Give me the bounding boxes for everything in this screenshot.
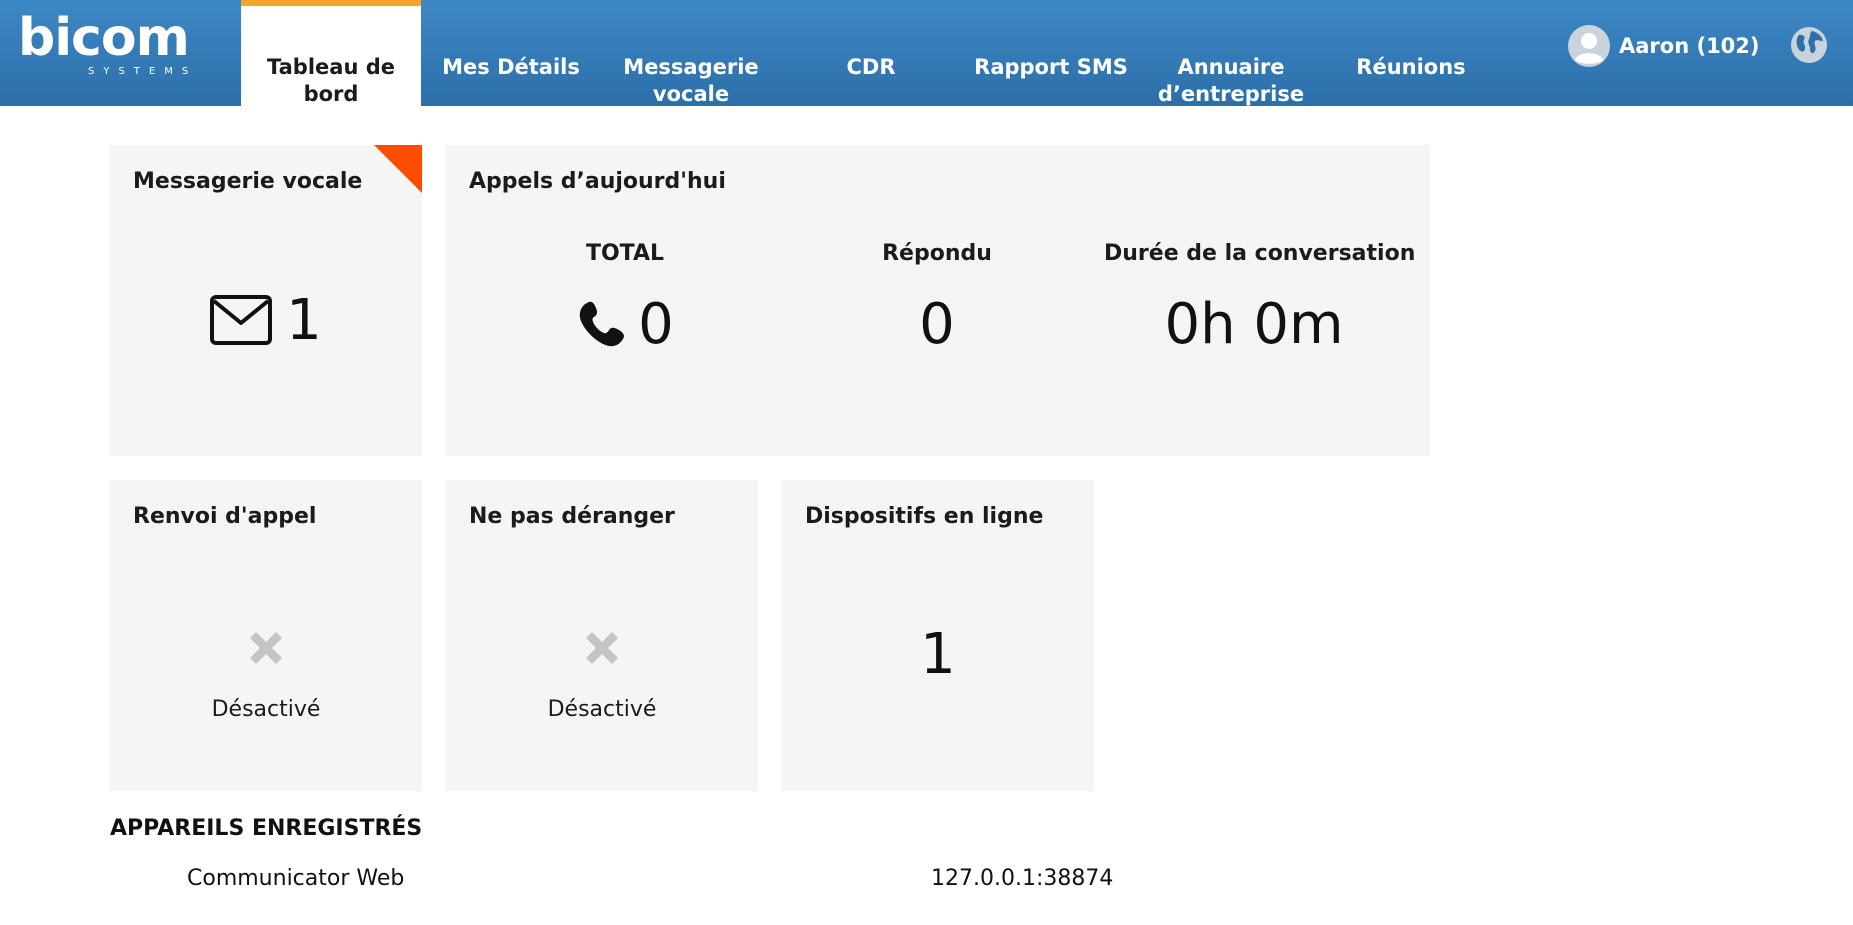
user-menu[interactable]: Aaron (102): [1567, 24, 1760, 68]
registered-devices-title: APPAREILS ENREGISTRÉS: [110, 816, 423, 841]
envelope-icon: [210, 295, 273, 345]
device-name: Communicator Web: [187, 866, 405, 891]
voicemail-count: 1: [286, 287, 322, 353]
tab-annuaire-entreprise[interactable]: Annuaire d’entreprise: [1141, 0, 1321, 106]
call-forward-status: Désactivé: [211, 697, 321, 722]
total-label: TOTAL: [585, 241, 665, 266]
total-calls-row: 0: [510, 289, 740, 359]
user-avatar-icon: [1568, 25, 1610, 67]
calls-today-card: Appels d’aujourd'hui TOTAL 0 Répondu 0 D…: [446, 145, 1430, 456]
bicom-logo[interactable]: bicom SYSTEMS: [18, 8, 204, 80]
device-address: 127.0.0.1:38874: [931, 866, 1114, 891]
tab-messagerie-vocale[interactable]: Messagerie vocale: [601, 0, 781, 106]
voicemail-card[interactable]: Messagerie vocale 1: [110, 145, 422, 456]
duration-label: Durée de la conversation: [1104, 241, 1416, 266]
call-forward-card[interactable]: Renvoi d'appel Désactivé: [110, 480, 422, 791]
top-navigation-bar: bicom SYSTEMS Tableau de bord Mes Détail…: [0, 0, 1853, 106]
devices-online-card: Dispositifs en ligne 1: [782, 480, 1094, 791]
devices-online-value: 1: [920, 621, 956, 687]
devices-online-title: Dispositifs en ligne: [805, 504, 1044, 529]
tab-mes-details[interactable]: Mes Détails: [421, 0, 601, 106]
tab-reunions[interactable]: Réunions: [1321, 0, 1501, 106]
dnd-status: Désactivé: [547, 697, 657, 722]
answered-value: 0: [919, 291, 955, 357]
tab-cdr[interactable]: CDR: [781, 0, 961, 106]
dnd-title: Ne pas déranger: [469, 504, 675, 529]
new-message-flag: [374, 145, 422, 193]
phone-icon: [580, 301, 625, 347]
total-calls-value: 0: [638, 291, 674, 357]
tab-tableau-de-bord[interactable]: Tableau de bord: [241, 0, 421, 106]
globe-icon[interactable]: [1790, 26, 1828, 64]
do-not-disturb-card[interactable]: Ne pas déranger Désactivé: [446, 480, 758, 791]
logo-wordmark: bicom: [18, 8, 190, 68]
logo-subtitle: SYSTEMS: [88, 66, 198, 77]
x-icon: [586, 632, 618, 664]
voicemail-title: Messagerie vocale: [133, 169, 363, 194]
duration-value: 0h 0m: [1164, 291, 1344, 357]
voicemail-count-row: 1: [110, 285, 422, 355]
calls-today-title: Appels d’aujourd'hui: [469, 169, 726, 194]
tab-rapport-sms[interactable]: Rapport SMS: [961, 0, 1141, 106]
call-forward-title: Renvoi d'appel: [133, 504, 317, 529]
user-name: Aaron (102): [1619, 34, 1760, 58]
x-icon: [250, 632, 282, 664]
answered-label: Répondu: [882, 241, 992, 266]
